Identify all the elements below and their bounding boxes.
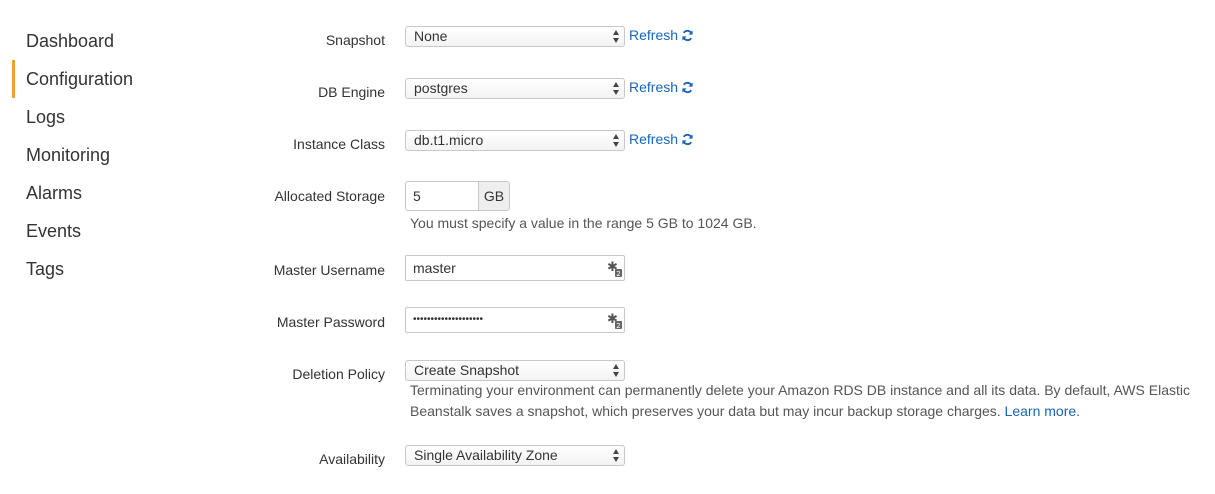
select-arrows-icon [613, 30, 619, 43]
availability-select[interactable]: Single Availability Zone [405, 445, 625, 466]
db-engine-label: DB Engine [318, 84, 385, 100]
refresh-label: Refresh [629, 131, 679, 147]
master-username-value: master [413, 260, 456, 276]
storage-unit-addon: GB [478, 181, 510, 211]
select-arrows-icon [613, 82, 619, 95]
sidebar-item-dashboard[interactable]: Dashboard [12, 22, 212, 60]
snapshot-select[interactable]: None [405, 26, 625, 47]
snapshot-label: Snapshot [325, 32, 385, 48]
sidebar-nav: Dashboard Configuration Logs Monitoring … [12, 22, 212, 288]
sidebar-item-tags[interactable]: Tags [12, 250, 212, 288]
master-username-label: Master Username [273, 262, 385, 278]
allocated-storage-help: You must specify a value in the range 5 … [410, 215, 757, 231]
instance-class-label: Instance Class [293, 136, 385, 152]
refresh-label: Refresh [629, 27, 679, 43]
deletion-policy-help-line1: Terminating your environment can permane… [410, 382, 1190, 398]
sidebar-item-monitoring[interactable]: Monitoring [12, 136, 212, 174]
sidebar-item-events[interactable]: Events [12, 212, 212, 250]
db-engine-refresh-link[interactable]: Refresh [629, 79, 694, 95]
sidebar-item-alarms[interactable]: Alarms [12, 174, 212, 212]
availability-select-value: Single Availability Zone [414, 447, 558, 463]
master-password-label: Master Password [276, 314, 385, 330]
instance-class-refresh-link[interactable]: Refresh [629, 131, 694, 147]
master-username-input[interactable]: master ✱ 2 [405, 255, 625, 281]
refresh-icon [682, 82, 693, 93]
sidebar-item-configuration[interactable]: Configuration [12, 60, 212, 98]
deletion-policy-help-line2-wrap: Beanstalk saves a snapshot, which preser… [410, 401, 1210, 422]
deletion-policy-select-value: Create Snapshot [414, 362, 520, 378]
svg-text:2: 2 [616, 322, 620, 330]
availability-label: Availability [319, 451, 385, 467]
refresh-label: Refresh [629, 79, 679, 95]
refresh-icon [682, 30, 693, 41]
svg-text:2: 2 [616, 270, 620, 278]
refresh-icon [682, 134, 693, 145]
allocated-storage-label: Allocated Storage [274, 188, 385, 204]
instance-class-select-value: db.t1.micro [414, 132, 484, 148]
snapshot-select-value: None [414, 28, 448, 44]
sidebar-item-logs[interactable]: Logs [12, 98, 212, 136]
key-icon[interactable]: ✱2 [607, 260, 623, 278]
key-icon[interactable]: ✱2 [607, 312, 623, 330]
deletion-policy-help-line2: Beanstalk saves a snapshot, which preser… [410, 403, 1001, 419]
deletion-policy-label: Deletion Policy [292, 366, 385, 382]
snapshot-refresh-link[interactable]: Refresh [629, 27, 694, 43]
instance-class-select[interactable]: db.t1.micro [405, 130, 625, 151]
allocated-storage-input[interactable]: 5 [405, 181, 479, 211]
select-arrows-icon [613, 449, 619, 462]
select-arrows-icon [613, 134, 619, 147]
select-arrows-icon [613, 364, 619, 377]
db-engine-select[interactable]: postgres [405, 78, 625, 99]
master-password-value: •••••••••••••••••••• [413, 314, 484, 325]
db-engine-select-value: postgres [414, 80, 468, 96]
deletion-policy-help: Terminating your environment can permane… [410, 380, 1210, 422]
master-password-input[interactable]: •••••••••••••••••••• ✱ 2 [405, 307, 625, 333]
learn-more-link[interactable]: Learn more. [1005, 403, 1080, 419]
deletion-policy-select[interactable]: Create Snapshot [405, 360, 625, 381]
